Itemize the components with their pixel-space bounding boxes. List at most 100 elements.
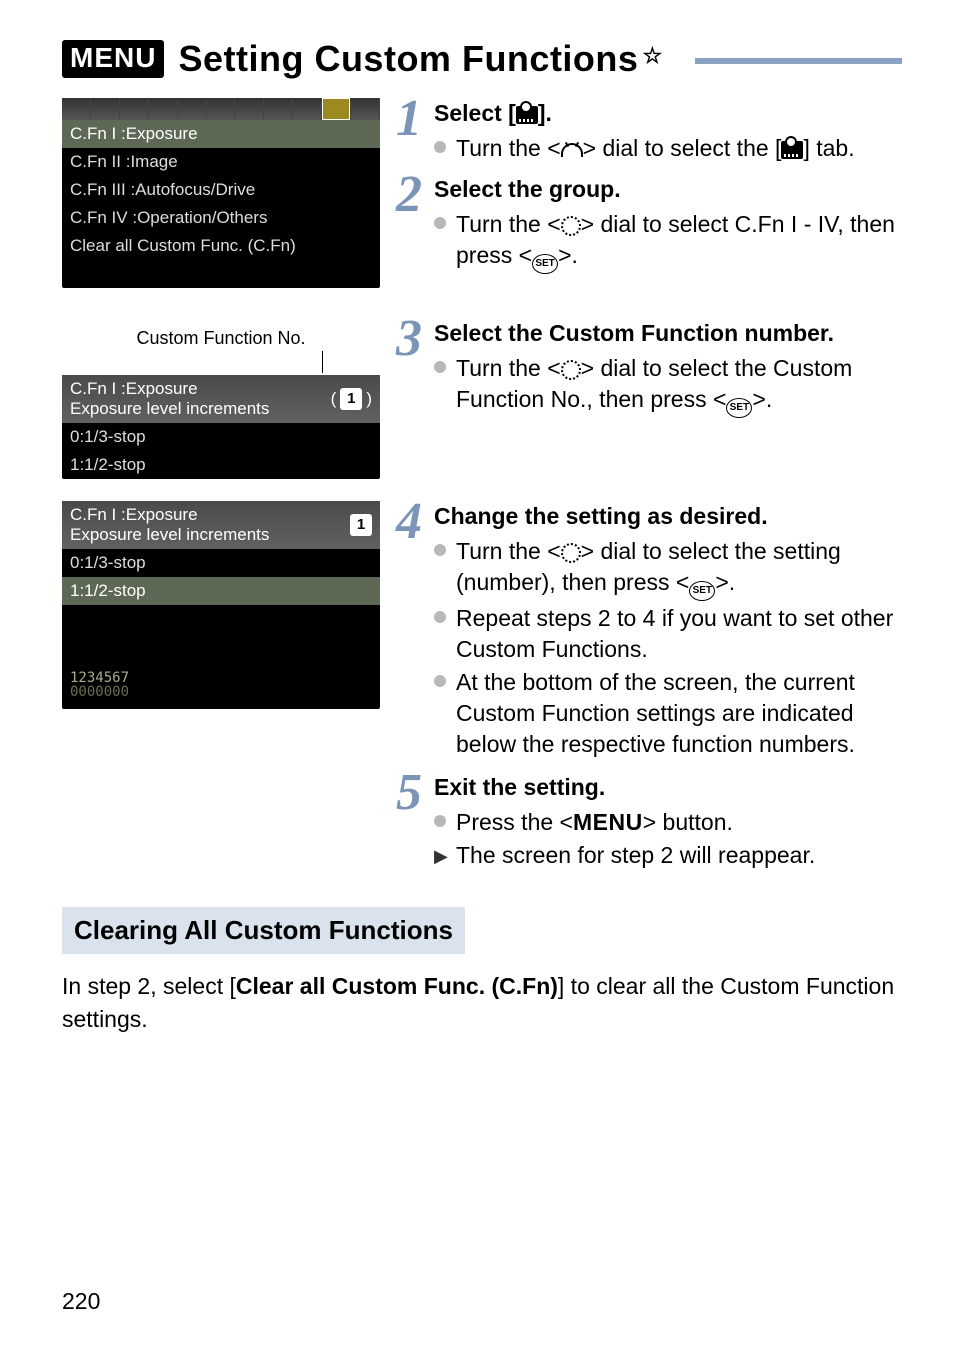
set-button-icon: SET bbox=[532, 254, 558, 274]
t: ] tab. bbox=[803, 135, 854, 161]
bullet-icon bbox=[434, 611, 446, 623]
t: >. bbox=[715, 569, 735, 595]
step-4-title: Change the setting as desired. bbox=[434, 501, 902, 532]
cam2-header-title: C.Fn I :Exposure bbox=[70, 379, 269, 399]
step-4-bullet-3: At the bottom of the screen, the current… bbox=[434, 667, 902, 760]
cam1-row: C.Fn IV :Operation/Others bbox=[62, 204, 380, 232]
t: > button. bbox=[643, 809, 733, 835]
custom-functions-icon bbox=[516, 106, 538, 124]
t: Press the < bbox=[456, 809, 573, 835]
step-4-bullet-1-text: Turn the <> dial to select the setting (… bbox=[456, 536, 902, 601]
cam3-header-sub: Exposure level increments bbox=[70, 525, 269, 545]
cam2-header: C.Fn I :Exposure Exposure level incremen… bbox=[62, 375, 380, 423]
bullet-icon bbox=[434, 361, 446, 373]
quick-control-dial-icon bbox=[561, 216, 581, 236]
bullet-icon bbox=[434, 141, 446, 153]
cam2-option: 0:1/3-stop bbox=[62, 423, 380, 451]
clearing-section-text: In step 2, select [Clear all Custom Func… bbox=[62, 970, 902, 1034]
step-2-title: Select the group. bbox=[434, 174, 902, 205]
left-column-screenshots: C.Fn I :Exposure C.Fn II :Image C.Fn III… bbox=[62, 98, 380, 288]
menu-badge-icon: MENU bbox=[62, 40, 164, 78]
cam2-header-sub: Exposure level increments bbox=[70, 399, 269, 419]
menu-word-icon: MENU bbox=[573, 809, 643, 835]
t: >. bbox=[558, 242, 578, 268]
t: Turn the < bbox=[456, 211, 561, 237]
bullet-icon bbox=[434, 815, 446, 827]
t: Turn the < bbox=[456, 135, 561, 161]
cam1-tabrow bbox=[62, 98, 380, 120]
step-5-bullet-1-text: Press the <MENU> button. bbox=[456, 807, 902, 838]
step-4-bullet-3-text: At the bottom of the screen, the current… bbox=[456, 667, 902, 760]
step-5-bullet-2: ▶ The screen for step 2 will reappear. bbox=[434, 840, 902, 871]
main-dial-icon bbox=[561, 143, 583, 157]
caption-pointer-line bbox=[322, 351, 323, 373]
t: Turn the < bbox=[456, 538, 561, 564]
quick-control-dial-icon bbox=[561, 360, 581, 380]
step-5-body: Exit the setting. Press the <MENU> butto… bbox=[434, 772, 902, 873]
t: > dial to select the [ bbox=[583, 135, 782, 161]
bullet-icon bbox=[434, 544, 446, 556]
quick-control-dial-icon bbox=[561, 543, 581, 563]
cfn-number-badge: 1 bbox=[350, 514, 372, 536]
t: In step 2, select [ bbox=[62, 973, 236, 999]
step-1-title: Select []. bbox=[434, 98, 902, 129]
custom-functions-icon bbox=[781, 141, 803, 159]
manual-page: MENU Setting Custom Functions☆ C.Fn I :E… bbox=[0, 0, 954, 1345]
step-3-body: Select the Custom Function number. Turn … bbox=[434, 318, 902, 420]
step-number-5: 5 bbox=[392, 772, 426, 873]
cam1-row: C.Fn II :Image bbox=[62, 148, 380, 176]
step-number-4: 4 bbox=[392, 501, 426, 762]
right-paren: ) bbox=[366, 389, 372, 409]
step-4-bullet-2: Repeat steps 2 to 4 if you want to set o… bbox=[434, 603, 902, 665]
step-3-bullet-text: Turn the <> dial to select the Custom Fu… bbox=[456, 353, 902, 418]
step-5-title: Exit the setting. bbox=[434, 772, 902, 803]
bullet-icon bbox=[434, 217, 446, 229]
step-2-body: Select the group. Turn the <> dial to se… bbox=[434, 174, 902, 276]
triangle-bullet-icon: ▶ bbox=[434, 844, 446, 871]
camera-screenshot-3: C.Fn I :Exposure Exposure level incremen… bbox=[62, 501, 380, 709]
camera-screenshot-2: C.Fn I :Exposure Exposure level incremen… bbox=[62, 375, 380, 479]
cam2-option: 1:1/2-stop bbox=[62, 451, 380, 479]
page-title-row: MENU Setting Custom Functions☆ bbox=[62, 38, 902, 80]
cam3-option-selected: 1:1/2-stop bbox=[62, 577, 380, 605]
star-icon: ☆ bbox=[642, 43, 662, 68]
set-button-icon: SET bbox=[689, 581, 715, 601]
cam1-row-hl: C.Fn I :Exposure bbox=[62, 120, 380, 148]
step-3-bullet: Turn the <> dial to select the Custom Fu… bbox=[434, 353, 902, 418]
step-2-bullet: Turn the <> dial to select C.Fn I - IV, … bbox=[434, 209, 902, 274]
set-button-icon: SET bbox=[726, 398, 752, 418]
step-1-bullet-text: Turn the < > dial to select the [ ] tab. bbox=[456, 133, 902, 164]
page-title: Setting Custom Functions☆ bbox=[178, 38, 662, 80]
cam3-header-title: C.Fn I :Exposure bbox=[70, 505, 269, 525]
clearing-section-header: Clearing All Custom Functions bbox=[62, 907, 465, 954]
step-4-bullet-1: Turn the <> dial to select the setting (… bbox=[434, 536, 902, 601]
step-number-3: 3 bbox=[392, 318, 426, 420]
cam1-row: Clear all Custom Func. (C.Fn) bbox=[62, 232, 380, 260]
page-number: 220 bbox=[62, 1288, 100, 1315]
step-number-2: 2 bbox=[392, 174, 426, 276]
cam1-row: C.Fn III :Autofocus/Drive bbox=[62, 176, 380, 204]
step-3-title: Select the Custom Function number. bbox=[434, 318, 902, 349]
page-title-text: Setting Custom Functions bbox=[178, 38, 638, 79]
cam3-header: C.Fn I :Exposure Exposure level incremen… bbox=[62, 501, 380, 549]
camera-screenshot-1: C.Fn I :Exposure C.Fn II :Image C.Fn III… bbox=[62, 98, 380, 288]
clearing-bold-option: Clear all Custom Func. (C.Fn) bbox=[236, 973, 558, 999]
bullet-icon bbox=[434, 675, 446, 687]
cfn-number-badge: 1 bbox=[340, 388, 362, 410]
cam3-option: 0:1/3-stop bbox=[62, 549, 380, 577]
step-5-bullet-2-text: The screen for step 2 will reappear. bbox=[456, 840, 902, 871]
left-paren: ( bbox=[331, 389, 337, 409]
t: Turn the < bbox=[456, 355, 561, 381]
step-1-bullet: Turn the < > dial to select the [ ] tab. bbox=[434, 133, 902, 164]
step-1-title-pre: Select [ bbox=[434, 100, 516, 126]
cam3-footer-bot: 0000000 bbox=[70, 685, 372, 699]
cfn-tab-selected bbox=[322, 98, 351, 120]
step-1-title-post: ]. bbox=[538, 100, 552, 126]
step-number-1: 1 bbox=[392, 98, 426, 166]
cam3-footer-top: 1234567 bbox=[70, 671, 372, 685]
step-4-body: Change the setting as desired. Turn the … bbox=[434, 501, 902, 762]
t: >. bbox=[752, 386, 772, 412]
step-1-body: Select []. Turn the < > dial to select th… bbox=[434, 98, 902, 166]
step-4-bullet-2-text: Repeat steps 2 to 4 if you want to set o… bbox=[456, 603, 902, 665]
custom-function-no-caption: Custom Function No. bbox=[62, 328, 380, 349]
